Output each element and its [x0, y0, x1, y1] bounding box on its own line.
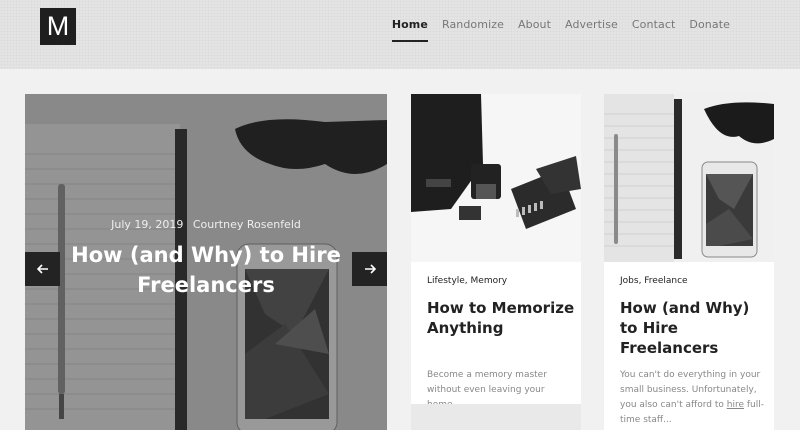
post-categories[interactable]: Lifestyle, Memory — [427, 276, 507, 286]
site-header: M Home Randomize About Advertise Contact… — [0, 0, 800, 69]
nav-advertise[interactable]: Advertise — [565, 18, 618, 31]
nav-donate[interactable]: Donate — [689, 18, 730, 31]
post-author[interactable]: Courtney Rosenfeld — [193, 218, 301, 231]
nav-randomize[interactable]: Randomize — [442, 18, 504, 31]
post-date: July 19, 2019 — [111, 218, 184, 231]
main-nav: Home Randomize About Advertise Contact D… — [378, 18, 730, 42]
site-logo[interactable]: M — [40, 8, 76, 45]
hero-title[interactable]: How (and Why) to Hire Freelancers — [65, 240, 347, 300]
slider-prev-button[interactable] — [25, 252, 60, 286]
post-card[interactable]: Lifestyle, Memory How to Memorize Anythi… — [411, 94, 581, 430]
post-title[interactable]: How (and Why) to Hire Freelancers — [620, 298, 770, 358]
nav-about[interactable]: About — [518, 18, 551, 31]
arrow-right-icon — [364, 264, 376, 274]
nav-contact[interactable]: Contact — [632, 18, 676, 31]
post-categories[interactable]: Jobs, Freelance — [620, 276, 688, 286]
nav-home[interactable]: Home — [391, 18, 429, 42]
excerpt-link[interactable]: hire — [727, 400, 744, 410]
post-image-preview[interactable] — [411, 404, 581, 430]
post-title[interactable]: How to Memorize Anything — [427, 298, 577, 338]
post-thumbnail[interactable] — [604, 94, 774, 262]
hero-slider[interactable]: July 19, 2019 Courtney Rosenfeld How (an… — [25, 94, 387, 430]
arrow-left-icon — [36, 264, 48, 274]
post-image — [411, 94, 581, 262]
slider-next-button[interactable] — [352, 252, 387, 286]
post-card[interactable]: Jobs, Freelance How (and Why) to Hire Fr… — [604, 94, 774, 430]
post-image — [604, 94, 774, 262]
post-thumbnail[interactable] — [411, 94, 581, 262]
hero-meta: July 19, 2019 Courtney Rosenfeld — [25, 218, 387, 231]
post-excerpt: You can't do everything in your small bu… — [620, 368, 770, 428]
